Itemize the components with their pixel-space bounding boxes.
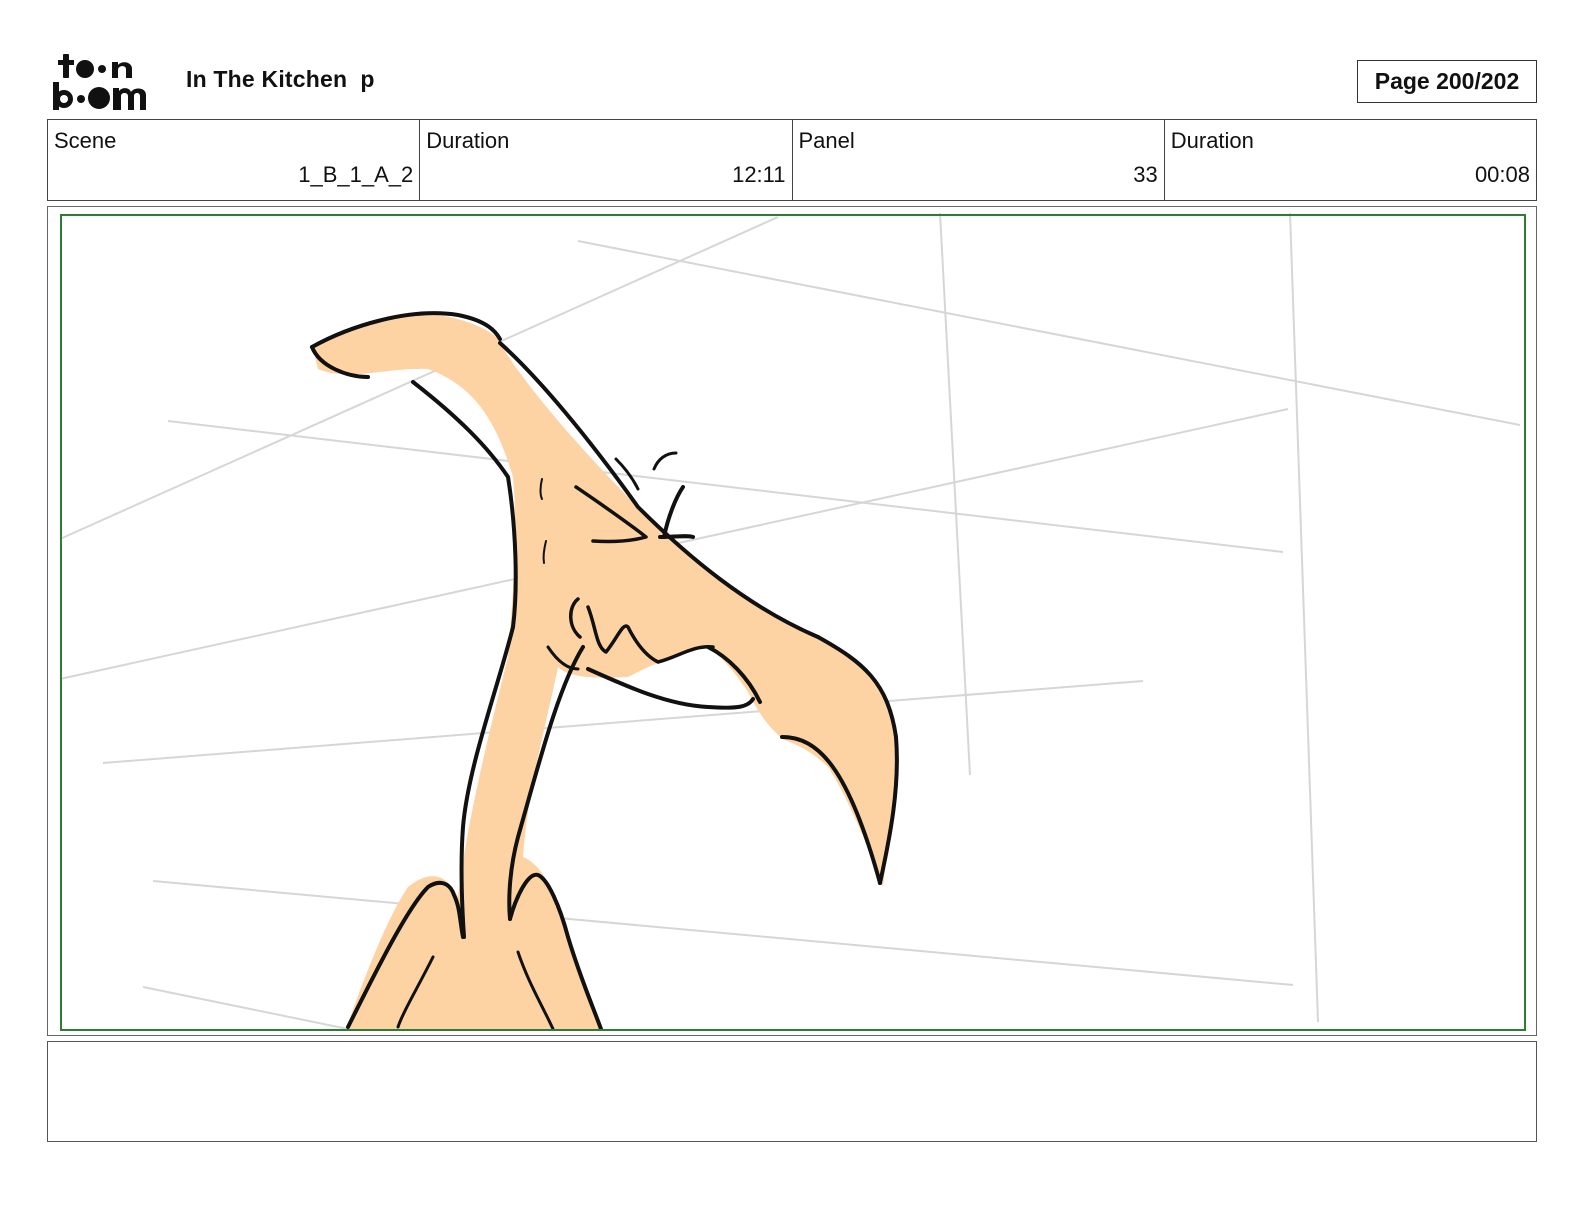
scene-cell: Scene 1_B_1_A_2 (48, 120, 419, 200)
scene-duration-cell: Duration 12:11 (419, 120, 791, 200)
scene-duration-value: 12:11 (732, 162, 786, 187)
scene-duration-label: Duration (426, 128, 510, 153)
toonboom-logo (50, 50, 164, 112)
page-number: Page 200/202 (1357, 60, 1537, 103)
panel-notes-box[interactable] (47, 1041, 1537, 1142)
panel-duration-value: 00:08 (1474, 162, 1530, 187)
logo-mark (53, 54, 146, 110)
panel-cell: Panel 33 (791, 120, 1164, 200)
perspective-guides (59, 212, 1521, 1030)
storyboard-page: In The Kitchen p Page 200/202 Scene 1_B_… (0, 0, 1584, 1224)
panel-duration-label: Duration (1170, 128, 1254, 153)
panel-duration-cell: Duration 00:08 (1163, 120, 1536, 200)
panel-drawing (59, 212, 1521, 1031)
panel-frame (47, 206, 1537, 1036)
eyebrow-flick (662, 485, 685, 539)
emphasis-mark-2 (652, 451, 678, 471)
scene-value: 1_B_1_A_2 (298, 162, 414, 187)
eyebrow-base (658, 534, 695, 539)
panel-label: Panel (798, 128, 855, 153)
panel-value: 33 (1133, 162, 1158, 187)
project-title: In The Kitchen p (186, 66, 375, 92)
scene-label: Scene (54, 128, 117, 153)
scene-info-table: Scene 1_B_1_A_2 Duration 12:11 Panel 33 … (47, 119, 1537, 201)
